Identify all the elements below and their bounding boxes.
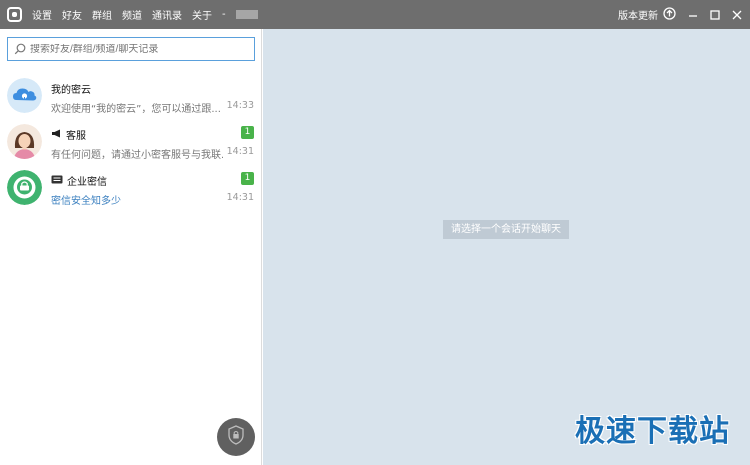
unread-badge: 1 (241, 172, 254, 185)
maximize-icon[interactable] (710, 9, 720, 20)
conversation-preview: 有任何问题，请通过小密客服号与我联... (51, 150, 223, 161)
search-icon (14, 40, 26, 59)
menu-contacts[interactable]: 通讯录 (152, 7, 182, 22)
enterprise-chat-avatar-icon (7, 170, 42, 205)
menu-settings[interactable]: 设置 (32, 7, 52, 22)
select-conversation-hint: 请选择一个会话开始聊天 (443, 220, 569, 239)
conversation-item-customer-service[interactable]: 客服 有任何问题，请通过小密客服号与我联... 14:31 1 (0, 119, 262, 165)
window-controls: 版本更新 (618, 0, 750, 29)
conversation-preview: 密信安全知多少 (51, 196, 121, 207)
blurred-username (235, 10, 258, 19)
version-update-button[interactable]: 版本更新 (618, 6, 676, 23)
conversation-sidebar: 我的密云 欢迎使用“我的密云”，您可以通过跟... 14:33 客服 有任何问题… (0, 29, 262, 465)
keyboard-tag-icon (51, 175, 63, 187)
conversation-item-my-cloud[interactable]: 我的密云 欢迎使用“我的密云”，您可以通过跟... 14:33 (0, 73, 262, 119)
megaphone-icon (51, 129, 62, 141)
conversation-time: 14:33 (226, 100, 254, 111)
title-bar: 设置 好友 群组 频道 通讯录 关于 - 版本更新 (0, 0, 750, 29)
security-lock-button[interactable] (217, 418, 255, 456)
unread-badge: 1 (241, 126, 254, 139)
shield-lock-icon (227, 425, 245, 449)
conversation-time: 14:31 (226, 146, 254, 157)
close-icon[interactable] (732, 10, 742, 20)
menu-about[interactable]: 关于 (192, 7, 212, 22)
conversation-name: 客服 (51, 127, 86, 142)
version-update-label: 版本更新 (618, 11, 658, 22)
menu-friends[interactable]: 好友 (62, 7, 82, 22)
conversation-name: 我的密云 (51, 85, 91, 96)
customer-service-avatar (7, 124, 42, 159)
menu-groups[interactable]: 群组 (92, 7, 112, 22)
menu-separator: - (222, 9, 226, 20)
conversation-name: 企业密信 (51, 173, 107, 188)
top-menu: 设置 好友 群组 频道 通讯录 关于 - (32, 0, 258, 29)
app-logo-icon (7, 7, 22, 22)
conversation-item-enterprise-mixin[interactable]: 企业密信 密信安全知多少 14:31 1 (0, 165, 262, 211)
conversation-time: 14:31 (226, 192, 254, 203)
chat-area: 请选择一个会话开始聊天 (263, 29, 750, 465)
minimize-icon[interactable] (688, 10, 698, 20)
conversation-preview: 欢迎使用“我的密云”，您可以通过跟... (51, 104, 221, 115)
upload-arrow-icon (663, 6, 676, 23)
watermark-logo: 极速下载站 (575, 414, 730, 449)
search-box[interactable] (7, 37, 255, 61)
search-input[interactable] (30, 43, 240, 55)
menu-channels[interactable]: 频道 (122, 7, 142, 22)
cloud-avatar-icon (7, 78, 42, 113)
